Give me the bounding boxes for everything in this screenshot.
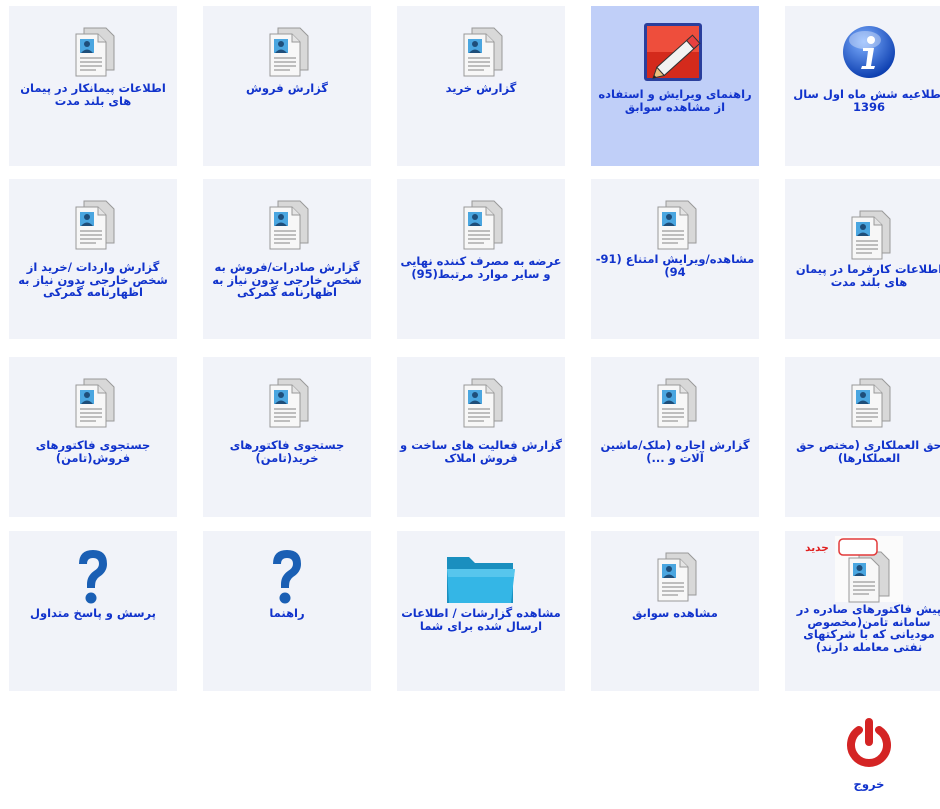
info-icon (785, 18, 940, 86)
tile-view-reports-sent[interactable]: مشاهده گزارشات / اطلاعات ارسال شده برای … (397, 531, 565, 691)
tile-rental-report[interactable]: گزارش اجاره (ملک/ماشین آلات و ...) (591, 357, 759, 517)
document-icon (591, 543, 759, 611)
tile-label: پیش فاکتورهای صادره در سامانه تامن(مخصوص… (796, 602, 940, 654)
document-icon (591, 369, 759, 437)
tile-label: جستجوی فاکتورهای فروش(تامن) (35, 438, 151, 465)
document-icon (785, 369, 940, 437)
tile-employer-long-term-info[interactable]: اطلاعات کارفرما در پیمان های بلند مدت (785, 179, 940, 339)
tile-purchase-report[interactable]: گزارش خرید (397, 6, 565, 166)
question-icon (9, 543, 177, 611)
document-icon (203, 369, 371, 437)
tile-help[interactable]: راهنما (203, 531, 371, 691)
document-icon (9, 18, 177, 86)
power-icon (785, 714, 940, 774)
document-icon (203, 18, 371, 86)
tile-export-sale-foreign[interactable]: گزارش صادرات/فروش به شخص خارجی بدون نیاز… (203, 179, 371, 339)
document-icon (397, 191, 565, 259)
tile-label: خروج (853, 777, 885, 791)
tile-label: راهنمای ویرایش و استفاده از مشاهده سوابق (598, 87, 752, 114)
pencil-icon (591, 18, 759, 86)
tile-label: حق العملکاری (مختص حق العملکارها) (796, 438, 940, 465)
tile-label: راهنما (269, 606, 305, 620)
tile-label: پرسش و پاسخ متداول (30, 606, 156, 620)
document-icon (591, 191, 759, 259)
tile-label: عرضه به مصرف کننده نهایی و سایر موارد مر… (400, 254, 562, 281)
tile-construction-sale-report[interactable]: گزارش فعالیت های ساخت و فروش املاک (397, 357, 565, 517)
tile-faq[interactable]: پرسش و پاسخ متداول (9, 531, 177, 691)
document-icon (9, 369, 177, 437)
tile-view-history[interactable]: مشاهده سوابق (591, 531, 759, 691)
document-icon (9, 191, 177, 259)
tile-label: جستجوی فاکتورهای خرید(تامن) (229, 438, 345, 465)
tile-sales-report[interactable]: گزارش فروش (203, 6, 371, 166)
folder-icon (397, 543, 565, 611)
tile-logout[interactable]: خروج (785, 708, 940, 809)
tile-label: مشاهده/ویرایش امتناع (91-94) (595, 252, 755, 279)
document-icon (785, 201, 940, 269)
tile-label: اطلاعیه شش ماه اول سال 1396 (793, 87, 940, 114)
document-icon (397, 18, 565, 86)
tile-label: گزارش فروش (246, 81, 328, 95)
tile-label: گزارش اجاره (ملک/ماشین آلات و ...) (600, 438, 750, 465)
tile-consumer-supply[interactable]: عرضه به مصرف کننده نهایی و سایر موارد مر… (397, 179, 565, 339)
tile-label: گزارش فعالیت های ساخت و فروش املاک (400, 438, 562, 465)
tile-label: مشاهده سوابق (632, 606, 718, 620)
tile-search-purchase-invoices[interactable]: جستجوی فاکتورهای خرید(تامن) (203, 357, 371, 517)
tile-label: گزارش واردات /خرید از شخص خارجی بدون نیا… (18, 260, 168, 299)
tile-search-sales-invoices[interactable]: جستجوی فاکتورهای فروش(تامن) (9, 357, 177, 517)
tile-label: اطلاعات پیمانکار در پیمان های بلند مدت (20, 81, 166, 108)
tile-commission-fee[interactable]: حق العملکاری (مختص حق العملکارها) (785, 357, 940, 517)
tile-label: اطلاعات کارفرما در پیمان های بلند مدت (795, 262, 940, 289)
tile-label: مشاهده گزارشات / اطلاعات ارسال شده برای … (401, 606, 561, 633)
tile-pre-invoices-oil[interactable]: جدید پیش فاکتورهای صادره در سامانه تامن(… (785, 531, 940, 691)
tile-guide-edit-view-history[interactable]: راهنمای ویرایش و استفاده از مشاهده سوابق (591, 6, 759, 166)
tile-import-purchase-foreign[interactable]: گزارش واردات /خرید از شخص خارجی بدون نیا… (9, 179, 177, 339)
tile-label: گزارش خرید (445, 81, 517, 95)
document-icon (397, 369, 565, 437)
document-icon (203, 191, 371, 259)
tile-info-six-months-1396[interactable]: اطلاعیه شش ماه اول سال 1396 (785, 6, 940, 166)
new-badge: جدید (805, 542, 829, 554)
tile-label: گزارش صادرات/فروش به شخص خارجی بدون نیاز… (212, 260, 362, 299)
tile-contractor-long-term-info[interactable]: اطلاعات پیمانکار در پیمان های بلند مدت (9, 6, 177, 166)
tile-view-edit-refusal[interactable]: مشاهده/ویرایش امتناع (91-94) (591, 179, 759, 339)
question-icon (203, 543, 371, 611)
